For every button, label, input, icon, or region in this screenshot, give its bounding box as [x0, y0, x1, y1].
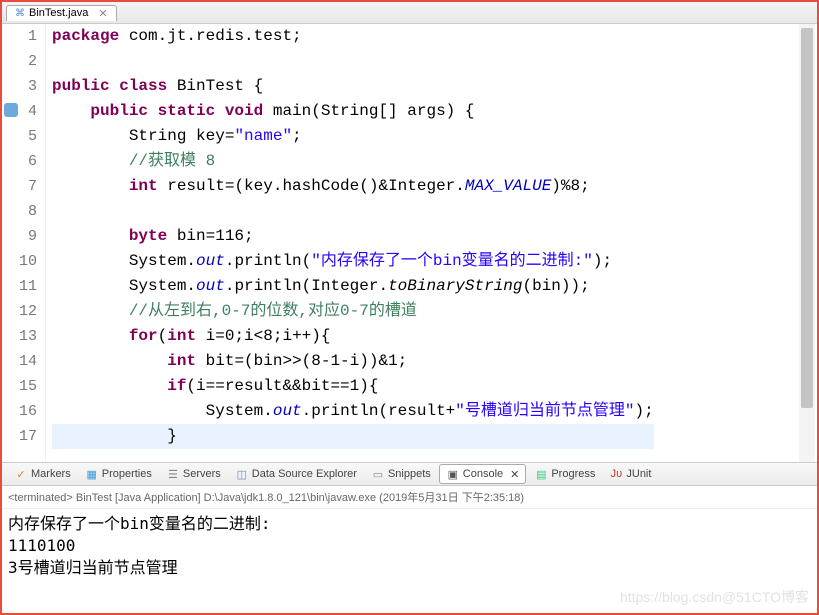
- snippets-icon: ▭: [371, 467, 385, 481]
- view-tab-label: Console: [463, 468, 503, 480]
- view-tab-label: Data Source Explorer: [252, 468, 357, 480]
- view-tab-label: Progress: [551, 468, 595, 480]
- console-line: 1110100: [8, 535, 811, 557]
- view-tab-progress[interactable]: ▤Progress: [528, 465, 601, 483]
- view-tab-junit[interactable]: JυJUnit: [603, 465, 657, 483]
- code-line[interactable]: [52, 49, 654, 74]
- markers-icon: ✓: [14, 467, 28, 481]
- line-number: 14: [2, 349, 37, 374]
- scrollbar-thumb[interactable]: [801, 28, 813, 408]
- editor-tab-bar: ⌘ BinTest.java ✕: [2, 2, 817, 24]
- console-process-label: <terminated> BinTest [Java Application] …: [8, 492, 524, 504]
- line-number: 9: [2, 224, 37, 249]
- line-number: 15: [2, 374, 37, 399]
- console-icon: ▣: [446, 467, 460, 481]
- line-number: 17: [2, 424, 37, 449]
- properties-icon: ▦: [85, 467, 99, 481]
- code-line[interactable]: //从左到右,0-7的位数,对应0-7的槽道: [52, 299, 654, 324]
- line-number: 4: [2, 99, 37, 124]
- code-line[interactable]: System.out.println(Integer.toBinaryStrin…: [52, 274, 654, 299]
- code-line[interactable]: }: [52, 424, 654, 449]
- view-tab-servers[interactable]: ☰Servers: [160, 465, 227, 483]
- view-tab-label: Snippets: [388, 468, 431, 480]
- console-line: 内存保存了一个bin变量名的二进制:: [8, 513, 811, 535]
- close-icon[interactable]: ✕: [510, 468, 519, 481]
- code-content[interactable]: package com.jt.redis.test; public class …: [46, 24, 654, 462]
- code-line[interactable]: System.out.println(result+"号槽道归当前节点管理");: [52, 399, 654, 424]
- java-file-icon: ⌘: [15, 8, 25, 19]
- data-source-explorer-icon: ◫: [235, 467, 249, 481]
- code-line[interactable]: for(int i=0;i<8;i++){: [52, 324, 654, 349]
- code-line[interactable]: int bit=(bin>>(8-1-i))&1;: [52, 349, 654, 374]
- code-line[interactable]: public static void main(String[] args) {: [52, 99, 654, 124]
- line-number-gutter: 1234567891011121314151617: [2, 24, 46, 462]
- code-line[interactable]: int result=(key.hashCode()&Integer.MAX_V…: [52, 174, 654, 199]
- line-number: 2: [2, 49, 37, 74]
- line-number: 12: [2, 299, 37, 324]
- line-number: 10: [2, 249, 37, 274]
- line-number: 1: [2, 24, 37, 49]
- line-number: 13: [2, 324, 37, 349]
- code-line[interactable]: System.out.println("内存保存了一个bin变量名的二进制:")…: [52, 249, 654, 274]
- line-number: 7: [2, 174, 37, 199]
- line-number: 8: [2, 199, 37, 224]
- view-tab-markers[interactable]: ✓Markers: [8, 465, 77, 483]
- console-line: 3号槽道归当前节点管理: [8, 557, 811, 579]
- view-tab-label: Servers: [183, 468, 221, 480]
- code-line[interactable]: if(i==result&&bit==1){: [52, 374, 654, 399]
- run-marker-icon: [4, 103, 18, 117]
- view-tab-label: Properties: [102, 468, 152, 480]
- view-tab-data-source-explorer[interactable]: ◫Data Source Explorer: [229, 465, 363, 483]
- close-icon[interactable]: ✕: [98, 7, 107, 20]
- view-tab-console[interactable]: ▣Console ✕: [439, 464, 527, 484]
- view-tab-properties[interactable]: ▦Properties: [79, 465, 158, 483]
- editor-tab-bintest[interactable]: ⌘ BinTest.java ✕: [6, 5, 117, 21]
- view-tab-label: Markers: [31, 468, 71, 480]
- view-tab-snippets[interactable]: ▭Snippets: [365, 465, 437, 483]
- junit-icon: Jυ: [609, 467, 623, 481]
- line-number: 5: [2, 124, 37, 149]
- code-line[interactable]: public class BinTest {: [52, 74, 654, 99]
- line-number: 3: [2, 74, 37, 99]
- bottom-view-tabs: ✓Markers▦Properties☰Servers◫Data Source …: [2, 462, 817, 486]
- line-number: 16: [2, 399, 37, 424]
- code-line[interactable]: //获取模 8: [52, 149, 654, 174]
- line-number: 11: [2, 274, 37, 299]
- tab-label: BinTest.java: [29, 7, 88, 19]
- servers-icon: ☰: [166, 467, 180, 481]
- code-line[interactable]: package com.jt.redis.test;: [52, 24, 654, 49]
- progress-icon: ▤: [534, 467, 548, 481]
- editor-scrollbar[interactable]: [799, 24, 815, 462]
- console-output[interactable]: 内存保存了一个bin变量名的二进制:11101003号槽道归当前节点管理: [2, 509, 817, 583]
- code-line[interactable]: [52, 199, 654, 224]
- view-tab-label: JUnit: [626, 468, 651, 480]
- line-number: 6: [2, 149, 37, 174]
- code-editor[interactable]: 1234567891011121314151617 package com.jt…: [2, 24, 817, 462]
- watermark: https://blog.csdn@51CTO博客: [620, 587, 809, 607]
- console-header: <terminated> BinTest [Java Application] …: [2, 486, 817, 509]
- code-line[interactable]: String key="name";: [52, 124, 654, 149]
- code-line[interactable]: byte bin=116;: [52, 224, 654, 249]
